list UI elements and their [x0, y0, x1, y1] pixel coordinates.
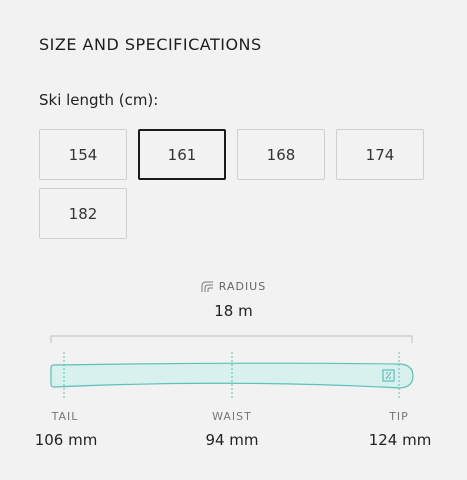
- radius-heading: RADIUS: [0, 280, 467, 293]
- radius-value: 18 m: [214, 302, 253, 320]
- size-option-174[interactable]: 174: [336, 129, 424, 180]
- radius-bracket: [50, 335, 413, 343]
- size-option-168[interactable]: 168: [237, 129, 325, 180]
- radius-icon: [201, 281, 215, 293]
- section-title: SIZE AND SPECIFICATIONS: [39, 35, 262, 54]
- waist-label: WAIST: [212, 410, 252, 423]
- size-option-182[interactable]: 182: [39, 188, 127, 239]
- size-specifications-panel: SIZE AND SPECIFICATIONS Ski length (cm):…: [0, 0, 467, 480]
- tip-label: TIP: [389, 410, 409, 423]
- waist-value: 94 mm: [205, 431, 259, 449]
- tail-label: TAIL: [51, 410, 79, 423]
- size-option-154[interactable]: 154: [39, 129, 127, 180]
- tip-value: 124 mm: [368, 431, 432, 449]
- size-option-161[interactable]: 161: [138, 129, 226, 180]
- tail-value: 106 mm: [34, 431, 98, 449]
- radius-label: RADIUS: [218, 280, 267, 293]
- ski-diagram: [50, 335, 414, 400]
- ski-length-label: Ski length (cm):: [39, 91, 159, 109]
